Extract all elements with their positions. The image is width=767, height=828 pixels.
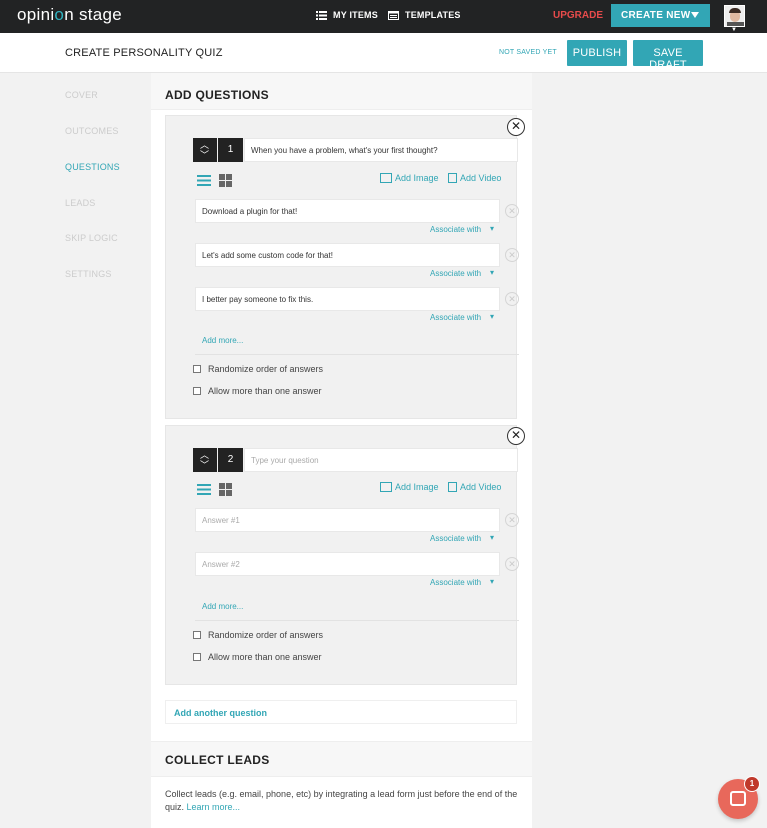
page-title: CREATE PERSONALITY QUIZ [65, 47, 223, 59]
add-more-answers-link[interactable]: Add more... [202, 336, 243, 345]
remove-question-icon[interactable]: ✕ [507, 427, 525, 445]
save-status: NOT SAVED YET [499, 49, 557, 56]
publish-button[interactable]: PUBLISH [567, 40, 627, 66]
sidebar-item-questions[interactable]: QUESTIONS [65, 162, 120, 172]
sidebar-item-cover[interactable]: COVER [65, 90, 98, 100]
add-video-link[interactable]: Add Video [448, 482, 501, 492]
question-number: 1 [218, 138, 243, 162]
associate-with-dropdown[interactable]: Associate with [430, 578, 481, 587]
notification-badge: 1 [744, 776, 760, 792]
answer-input[interactable]: Answer #2 [195, 552, 500, 576]
sidebar-item-skip-logic[interactable]: SKIP LOGIC [65, 233, 118, 243]
allow-multiple-checkbox[interactable]: Allow more than one answer [193, 652, 322, 662]
randomize-checkbox[interactable]: Randomize order of answers [193, 630, 323, 640]
remove-answer-icon[interactable]: ✕ [505, 292, 519, 306]
question-input[interactable]: When you have a problem, what's your fir… [244, 138, 518, 162]
main-panel: ADD QUESTIONS ✕ ︿ ﹀ 1 When you have a pr… [151, 73, 532, 828]
sidebar-item-leads[interactable]: LEADS [65, 198, 96, 208]
arrow-up-icon[interactable]: ︿ [200, 451, 209, 460]
video-icon [448, 482, 457, 492]
associate-with-dropdown[interactable]: Associate with [430, 225, 481, 234]
answer-input[interactable]: Answer #1 [195, 508, 500, 532]
grid-view-icon[interactable] [219, 483, 232, 496]
remove-answer-icon[interactable]: ✕ [505, 557, 519, 571]
add-more-answers-link[interactable]: Add more... [202, 602, 243, 611]
templates-icon [388, 10, 399, 20]
remove-answer-icon[interactable]: ✕ [505, 204, 519, 218]
learn-more-link[interactable]: Learn more... [187, 802, 241, 812]
save-draft-button[interactable]: SAVE DRAFT [633, 40, 703, 71]
top-navbar: opinion stage MY ITEMS TEMPLATES UPGRADE… [0, 0, 767, 33]
divider [195, 620, 519, 621]
my-items-link[interactable]: MY ITEMS [316, 10, 378, 20]
templates-link[interactable]: TEMPLATES [388, 10, 461, 20]
video-icon [448, 173, 457, 183]
add-another-question-button[interactable]: Add another question [165, 700, 517, 724]
add-video-link[interactable]: Add Video [448, 173, 501, 183]
arrow-down-icon[interactable]: ﹀ [200, 151, 209, 160]
caret-down-icon [691, 12, 699, 18]
opinion-stage-logo[interactable]: opinion stage [17, 5, 122, 25]
collect-leads-description: Collect leads (e.g. email, phone, etc) b… [165, 789, 518, 812]
remove-answer-icon[interactable]: ✕ [505, 248, 519, 262]
add-image-link[interactable]: Add Image [380, 482, 439, 492]
question-number: 2 [218, 448, 243, 472]
chevron-down-icon[interactable]: ▾ [490, 224, 494, 233]
question-input[interactable]: Type your question [244, 448, 518, 472]
add-image-link[interactable]: Add Image [380, 173, 439, 183]
remove-answer-icon[interactable]: ✕ [505, 513, 519, 527]
grid-view-icon[interactable] [219, 174, 232, 187]
image-icon [380, 173, 392, 183]
list-icon [316, 10, 327, 20]
associate-with-dropdown[interactable]: Associate with [430, 534, 481, 543]
randomize-checkbox[interactable]: Randomize order of answers [193, 364, 323, 374]
answer-input[interactable]: Download a plugin for that! [195, 199, 500, 223]
remove-question-icon[interactable]: ✕ [507, 118, 525, 136]
divider [195, 354, 519, 355]
answer-input[interactable]: I better pay someone to fix this. [195, 287, 500, 311]
add-questions-header: ADD QUESTIONS [151, 73, 532, 110]
user-avatar[interactable] [724, 5, 745, 27]
image-icon [380, 482, 392, 492]
list-view-icon[interactable] [197, 175, 211, 186]
sidebar-item-outcomes[interactable]: OUTCOMES [65, 126, 119, 136]
answer-input[interactable]: Let's add some custom code for that! [195, 243, 500, 267]
list-view-icon[interactable] [197, 484, 211, 495]
arrow-up-icon[interactable]: ︿ [200, 141, 209, 150]
chevron-down-icon[interactable]: ▾ [490, 577, 494, 586]
sidebar-item-settings[interactable]: SETTINGS [65, 269, 112, 279]
chevron-down-icon[interactable]: ▾ [490, 312, 494, 321]
reorder-arrows[interactable]: ︿ ﹀ [193, 448, 217, 472]
chat-widget-button[interactable]: 1 [718, 776, 760, 819]
chat-icon [730, 791, 746, 806]
associate-with-dropdown[interactable]: Associate with [430, 269, 481, 278]
create-new-button[interactable]: CREATE NEW [611, 4, 710, 27]
reorder-arrows[interactable]: ︿ ﹀ [193, 138, 217, 162]
collect-leads-header: COLLECT LEADS [151, 741, 532, 777]
question-block-2: ✕ ︿ ﹀ 2 Type your question Add Image Add… [165, 425, 525, 685]
upgrade-link[interactable]: UPGRADE [553, 10, 603, 21]
allow-multiple-checkbox[interactable]: Allow more than one answer [193, 386, 322, 396]
chevron-down-icon[interactable]: ▾ [490, 533, 494, 542]
chevron-down-icon[interactable]: ▾ [490, 268, 494, 277]
arrow-down-icon[interactable]: ﹀ [200, 461, 209, 470]
associate-with-dropdown[interactable]: Associate with [430, 313, 481, 322]
editor-header: CREATE PERSONALITY QUIZ NOT SAVED YET PU… [0, 33, 767, 73]
question-block-1: ✕ ︿ ﹀ 1 When you have a problem, what's … [165, 115, 525, 419]
